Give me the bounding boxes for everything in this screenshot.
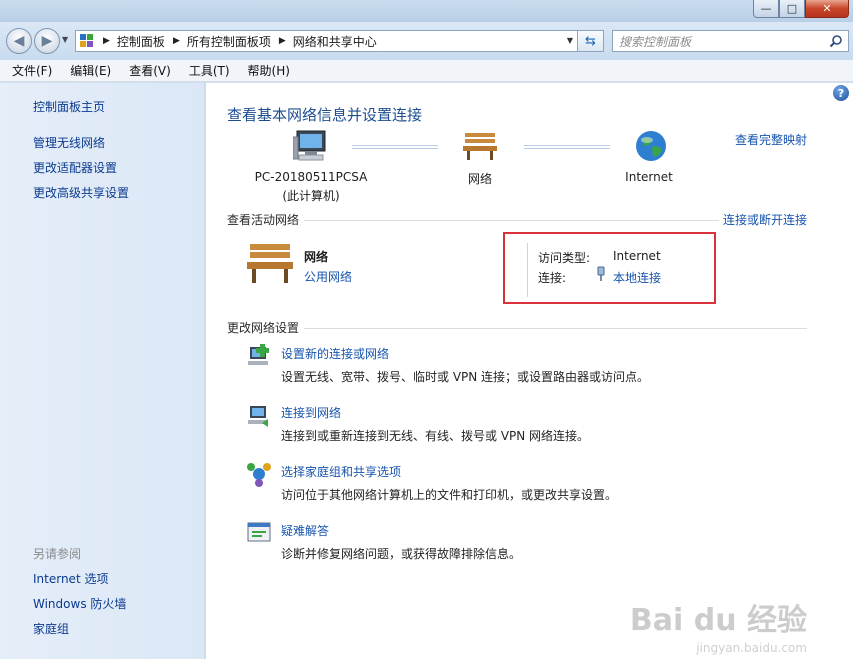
sidebar-windows-firewall[interactable]: Windows 防火墙 bbox=[33, 595, 126, 612]
search-icon[interactable] bbox=[829, 34, 843, 48]
homegroup-sharing-desc: 访问位于其他网络计算机上的文件和打印机，或更改共享设置。 bbox=[281, 488, 618, 502]
address-bar[interactable]: ▶ 控制面板 ▶ 所有控制面板项 ▶ 网络和共享中心 ▼ bbox=[75, 30, 578, 52]
new-connection-icon bbox=[248, 344, 269, 365]
recent-pages-dropdown[interactable]: ▼ bbox=[62, 35, 68, 44]
main-content: ? 查看基本网络信息并设置连接 查看完整映射 PC-20180511PCSA (… bbox=[206, 83, 853, 659]
baidu-watermark: Bai du 经验 bbox=[629, 603, 807, 638]
menu-tools[interactable]: 工具(T) bbox=[185, 60, 234, 81]
see-full-map-link[interactable]: 查看完整映射 bbox=[735, 131, 807, 148]
section-divider bbox=[304, 328, 807, 329]
page-title: 查看基本网络信息并设置连接 bbox=[227, 106, 423, 124]
computer-subtitle: (此计算机) bbox=[282, 189, 340, 203]
connect-to-network-link[interactable]: 连接到网络 bbox=[281, 404, 341, 421]
setup-new-connection-desc: 设置无线、宽带、拨号、临时或 VPN 连接；或设置路由器或访问点。 bbox=[281, 370, 650, 384]
homegroup-icon bbox=[247, 463, 271, 487]
connect-network-icon bbox=[248, 406, 268, 427]
back-button[interactable]: ◀ bbox=[6, 28, 32, 54]
search-input[interactable]: 搜索控制面板 bbox=[612, 30, 849, 52]
access-type-value: Internet bbox=[613, 249, 661, 263]
connect-disconnect-link[interactable]: 连接或断开连接 bbox=[723, 211, 807, 228]
control-panel-icon bbox=[80, 34, 94, 48]
title-bar: — □ ✕ bbox=[0, 0, 853, 22]
breadcrumb: ▶ 控制面板 ▶ 所有控制面板项 ▶ 网络和共享中心 bbox=[100, 33, 377, 50]
setup-new-connection-link[interactable]: 设置新的连接或网络 bbox=[281, 345, 389, 362]
troubleshoot-link[interactable]: 疑难解答 bbox=[281, 522, 329, 539]
sidebar: 控制面板主页 管理无线网络 更改适配器设置 更改高级共享设置 另请参阅 Inte… bbox=[0, 83, 205, 659]
bench-icon bbox=[247, 244, 293, 283]
help-icon[interactable]: ? bbox=[833, 85, 849, 101]
baidu-watermark-url: jingyan.baidu.com bbox=[696, 641, 807, 655]
see-also-header: 另请参阅 bbox=[33, 547, 82, 561]
breadcrumb-control-panel[interactable]: 控制面板 bbox=[117, 33, 165, 50]
forward-button[interactable]: ▶ bbox=[34, 28, 60, 54]
ethernet-icon bbox=[597, 266, 605, 281]
active-network-name: 网络 bbox=[304, 250, 329, 264]
highlight-box bbox=[503, 232, 716, 304]
map-link-line bbox=[524, 145, 610, 149]
sidebar-internet-options[interactable]: Internet 选项 bbox=[33, 570, 108, 587]
chevron-right-icon[interactable]: ▶ bbox=[103, 36, 110, 46]
address-dropdown[interactable]: ▼ bbox=[567, 36, 573, 45]
menu-edit[interactable]: 编辑(E) bbox=[66, 60, 115, 81]
vertical-divider bbox=[527, 243, 528, 297]
bench-icon bbox=[463, 133, 497, 160]
refresh-button[interactable]: ⇆ bbox=[578, 30, 604, 52]
maximize-button[interactable]: □ bbox=[779, 0, 805, 18]
menu-file[interactable]: 文件(F) bbox=[8, 60, 56, 81]
sidebar-homegroup[interactable]: 家庭组 bbox=[33, 620, 69, 637]
sidebar-change-adapter[interactable]: 更改适配器设置 bbox=[33, 159, 117, 176]
access-type-label: 访问类型: bbox=[538, 251, 591, 265]
globe-icon bbox=[636, 131, 666, 161]
menu-bar: 文件(F) 编辑(E) 查看(V) 工具(T) 帮助(H) bbox=[0, 60, 853, 82]
change-settings-header: 更改网络设置 bbox=[227, 321, 300, 335]
window-controls: — □ ✕ bbox=[753, 0, 849, 18]
public-network-link[interactable]: 公用网络 bbox=[304, 268, 352, 285]
sidebar-manage-wireless[interactable]: 管理无线网络 bbox=[33, 134, 105, 151]
menu-help[interactable]: 帮助(H) bbox=[244, 60, 294, 81]
minimize-button[interactable]: — bbox=[753, 0, 779, 18]
active-networks-header: 查看活动网络 bbox=[227, 213, 300, 227]
arrow-left-icon: ◀ bbox=[13, 33, 25, 49]
local-connection-link[interactable]: 本地连接 bbox=[613, 269, 661, 286]
menu-view[interactable]: 查看(V) bbox=[125, 60, 175, 81]
troubleshoot-icon bbox=[247, 522, 271, 542]
computer-name: PC-20180511PCSA bbox=[254, 170, 368, 184]
connect-to-network-desc: 连接到或重新连接到无线、有线、拨号或 VPN 网络连接。 bbox=[281, 429, 590, 443]
section-divider bbox=[304, 220, 719, 221]
arrow-right-icon: ▶ bbox=[41, 33, 53, 49]
internet-node-label: Internet bbox=[625, 170, 673, 184]
homegroup-sharing-link[interactable]: 选择家庭组和共享选项 bbox=[281, 463, 401, 480]
breadcrumb-network-center[interactable]: 网络和共享中心 bbox=[293, 33, 377, 50]
connection-label: 连接: bbox=[538, 271, 567, 285]
close-button[interactable]: ✕ bbox=[805, 0, 849, 18]
chevron-right-icon[interactable]: ▶ bbox=[173, 36, 180, 46]
map-link-line bbox=[352, 145, 438, 149]
sidebar-control-panel-home[interactable]: 控制面板主页 bbox=[33, 98, 105, 115]
computer-icon bbox=[293, 130, 326, 161]
address-row: ◀ ▶ ▼ ▶ 控制面板 ▶ 所有控制面板项 ▶ 网络和共享中心 ▼ ⇆ 搜索控… bbox=[0, 22, 853, 60]
sidebar-advanced-sharing[interactable]: 更改高级共享设置 bbox=[33, 184, 129, 201]
search-placeholder: 搜索控制面板 bbox=[619, 34, 692, 49]
breadcrumb-all-items[interactable]: 所有控制面板项 bbox=[187, 33, 271, 50]
network-node-label: 网络 bbox=[467, 172, 492, 186]
troubleshoot-desc: 诊断并修复网络问题，或获得故障排除信息。 bbox=[281, 547, 522, 561]
chevron-right-icon[interactable]: ▶ bbox=[279, 36, 286, 46]
refresh-icon: ⇆ bbox=[585, 33, 596, 49]
